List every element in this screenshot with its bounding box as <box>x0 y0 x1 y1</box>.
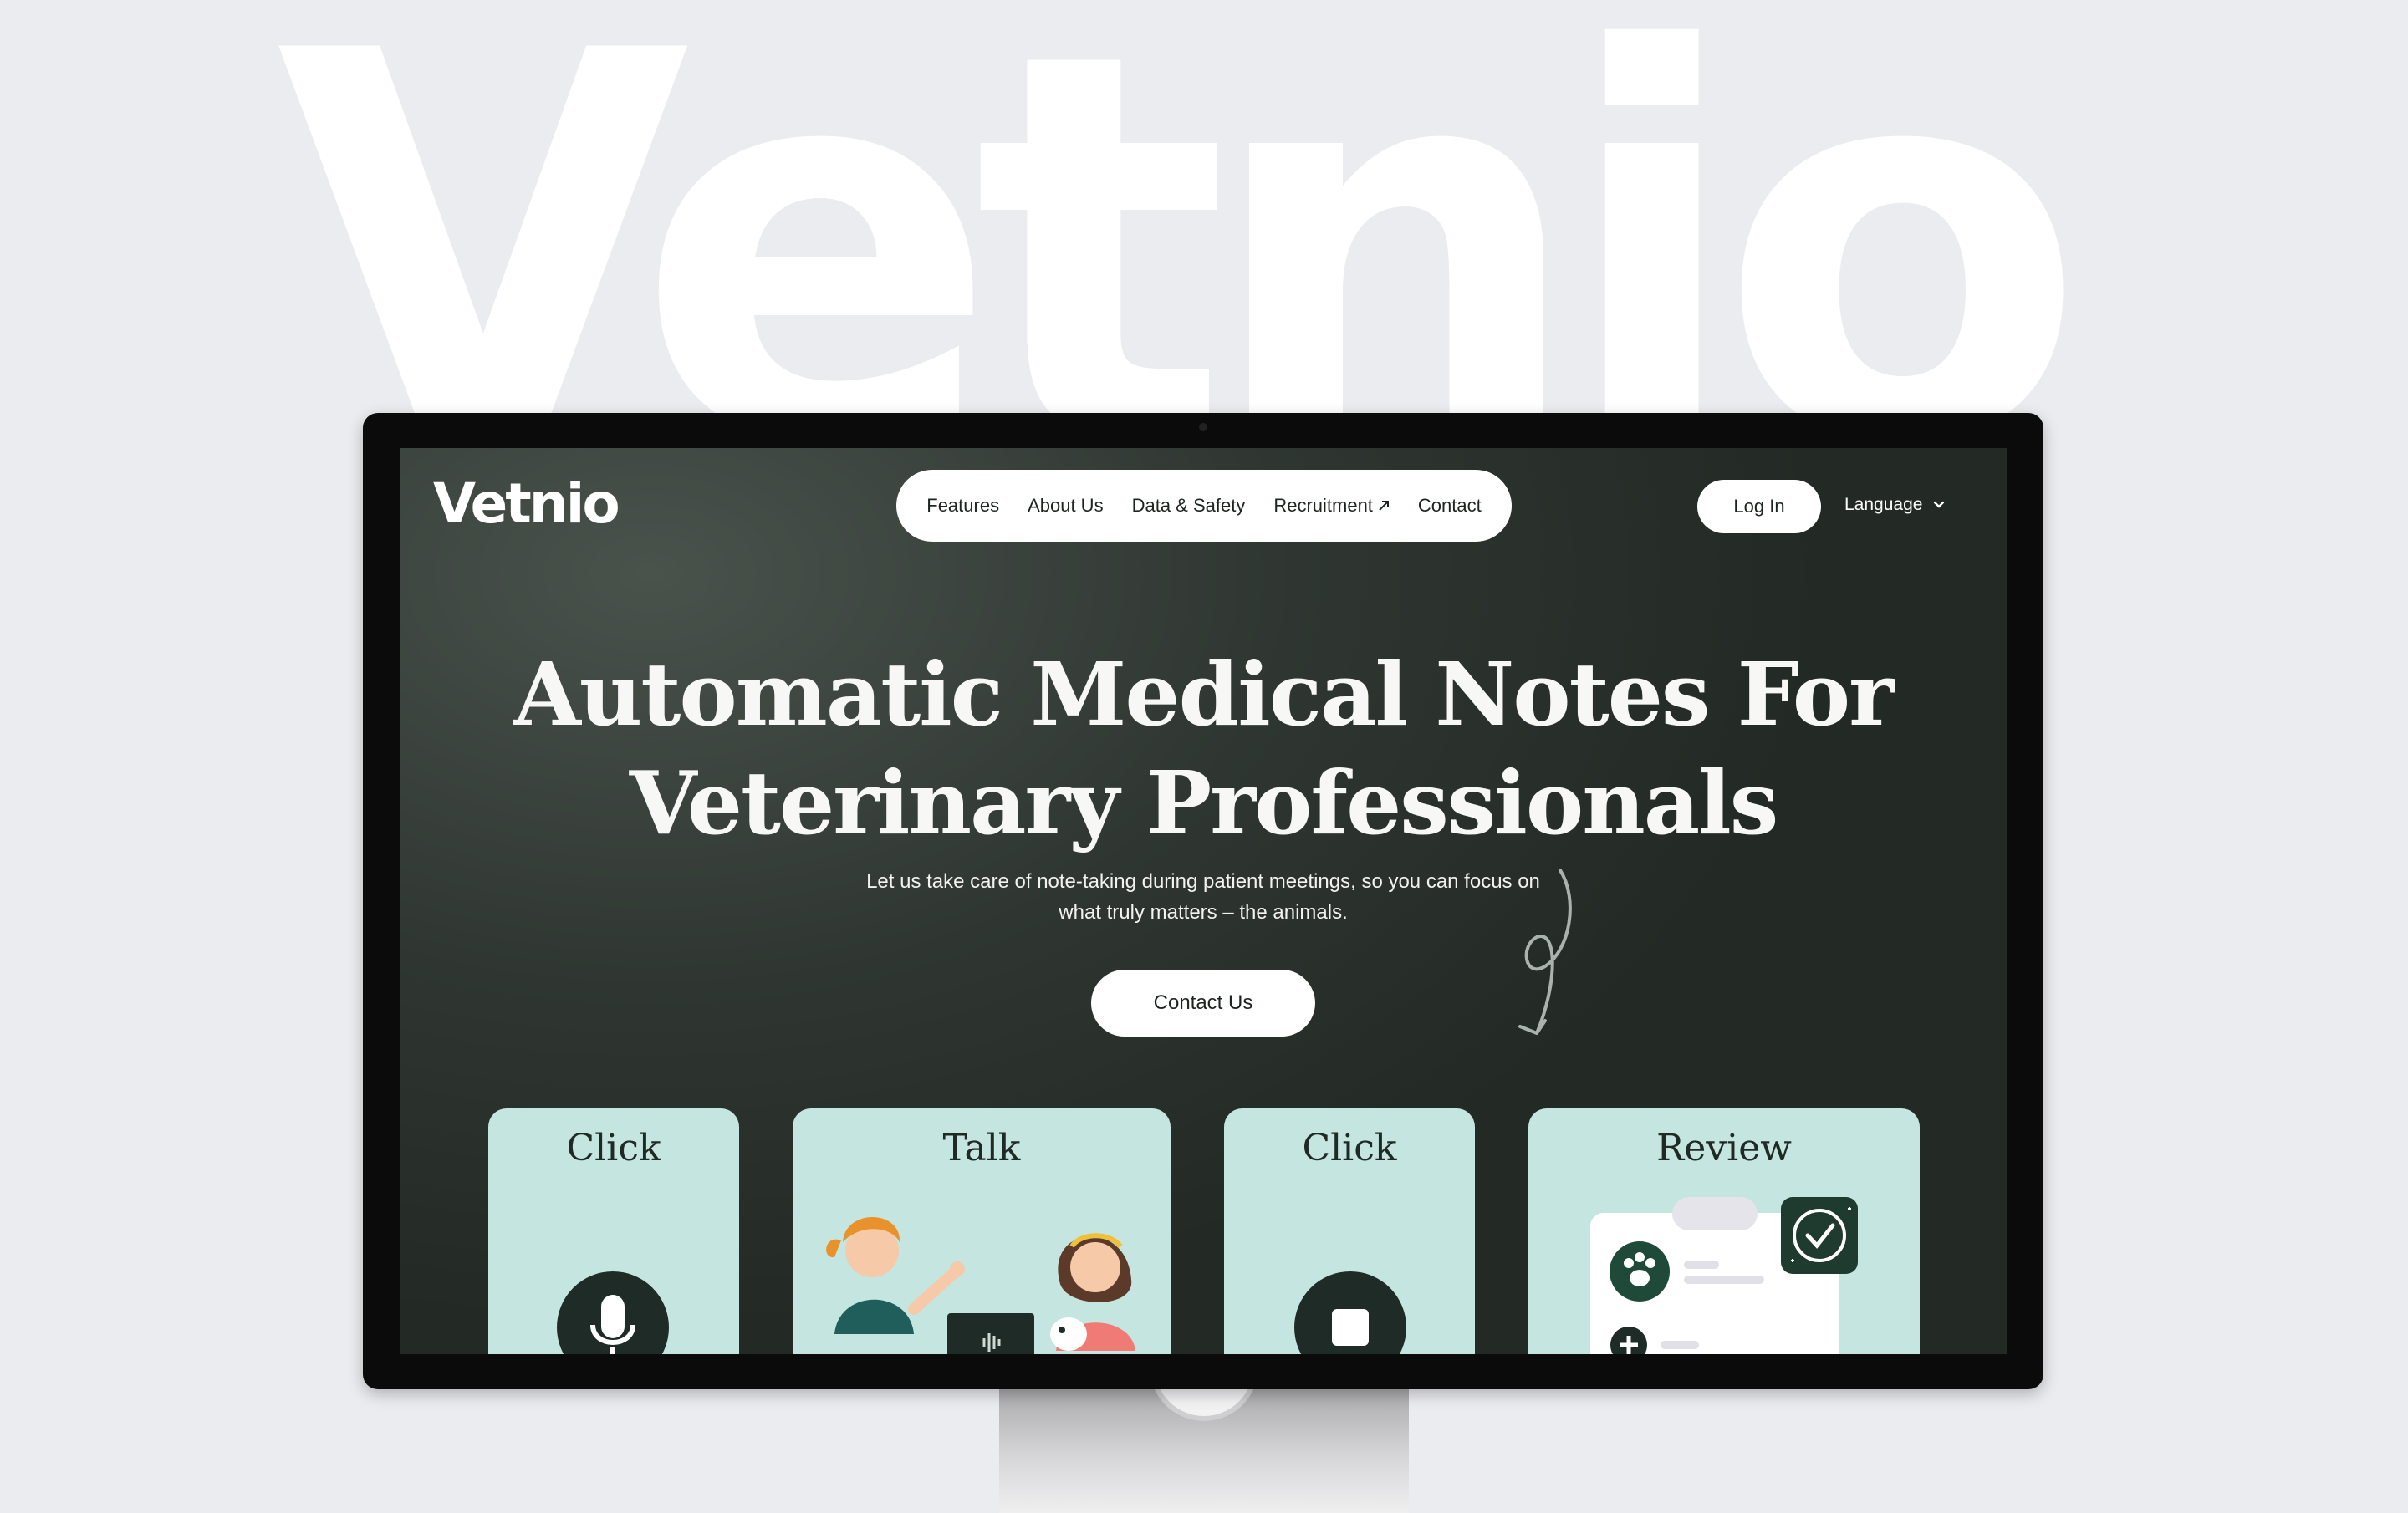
hero-title-line-2: Veterinary Professionals <box>629 751 1779 854</box>
hero-title: Automatic Medical Notes For Veterinary P… <box>400 640 2007 858</box>
nav-item-data-safety[interactable]: Data & Safety <box>1132 495 1246 517</box>
squiggle-arrow-icon <box>1518 869 1572 1035</box>
hero-subtitle-line-1: Let us take care of note-taking during p… <box>866 870 1540 893</box>
medical-note-check-icon <box>1590 1197 1858 1354</box>
monitor-frame: Vetnio Features About Us Data & Safety R… <box>363 413 2043 1389</box>
nav-item-label: Contact <box>1417 495 1482 516</box>
hero-subtitle: Let us take care of note-taking during p… <box>801 866 1605 928</box>
language-label: Language <box>1844 495 1923 514</box>
nav-item-label: About Us <box>1028 495 1104 516</box>
contact-us-button[interactable]: Contact Us <box>1091 970 1315 1037</box>
hero-title-line-1: Automatic Medical Notes For <box>513 643 1895 746</box>
nav-item-about-us[interactable]: About Us <box>1028 495 1104 517</box>
stop-icon[interactable] <box>1294 1271 1406 1354</box>
nav-item-label: Features <box>926 495 1000 516</box>
external-arrow-icon <box>1379 501 1389 511</box>
nav-item-contact[interactable]: Contact <box>1418 495 1482 517</box>
website-screen: Vetnio Features About Us Data & Safety R… <box>400 448 2007 1354</box>
nav-item-label: Recruitment <box>1273 495 1373 516</box>
hero-subtitle-line-2: what truly matters – the animals. <box>1059 901 1348 924</box>
main-nav: Features About Us Data & Safety Recruitm… <box>896 470 1512 542</box>
site-logo[interactable]: Vetnio <box>433 471 620 536</box>
camera-icon <box>1199 423 1207 431</box>
language-selector[interactable]: Language <box>1844 495 1946 515</box>
step-card-click-record: Click <box>488 1108 739 1354</box>
microphone-icon[interactable] <box>557 1271 669 1354</box>
step-card-talk: Talk <box>793 1108 1171 1354</box>
chevron-down-icon <box>1934 501 1945 508</box>
nav-item-features[interactable]: Features <box>926 495 999 517</box>
nav-item-label: Data & Safety <box>1131 495 1246 516</box>
nav-item-recruitment[interactable]: Recruitment <box>1273 495 1390 517</box>
login-button[interactable]: Log In <box>1697 480 1821 533</box>
step-title: Click <box>1302 1127 1397 1169</box>
step-card-click-stop: Click <box>1224 1108 1475 1354</box>
step-title: Click <box>566 1127 661 1169</box>
step-card-review: Review <box>1528 1108 1920 1354</box>
vet-and-owner-illustration <box>826 1217 1135 1354</box>
